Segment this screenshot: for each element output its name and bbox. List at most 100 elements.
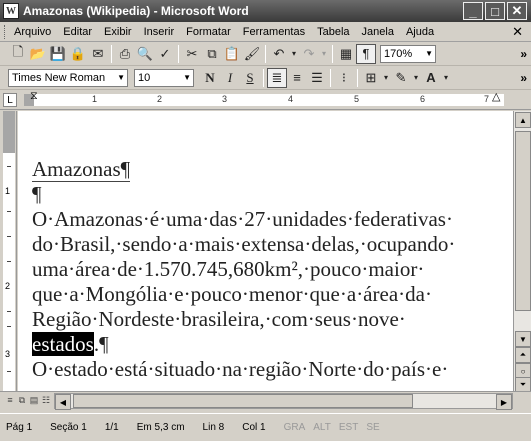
vertical-scroll-thumb[interactable] [515, 131, 531, 311]
open-folder-icon[interactable]: 📂 [28, 44, 48, 64]
italic-icon[interactable]: I [220, 68, 240, 88]
horizontal-scrollbar[interactable]: ◀ ▶ [54, 393, 513, 410]
ruler-number: 4 [288, 94, 294, 104]
save-icon[interactable]: 💾 [48, 44, 68, 64]
paste-icon[interactable]: 📋 [222, 44, 242, 64]
body-line[interactable]: do·Brasil,·sendo·a·mais·extensa·delas,·o… [32, 232, 455, 257]
menu-exibir[interactable]: Exibir [104, 26, 132, 38]
body-line[interactable]: Região·Nordeste·brasileira,·com·seus·nov… [32, 307, 406, 332]
close-document-button[interactable]: ✕ [512, 24, 523, 40]
borders-icon[interactable]: ⊞ [361, 68, 381, 88]
highlight-icon[interactable]: ✎ [391, 68, 411, 88]
toolbar-separator [332, 44, 333, 63]
outline-view-icon[interactable]: ☷ [40, 394, 52, 406]
bullets-icon[interactable]: ⁝ [334, 68, 354, 88]
status-mode-trk[interactable]: ALT [313, 422, 331, 433]
document-page[interactable]: Amazonas¶ ¶ O·Amazonas·é·uma·das·27·unid… [18, 111, 513, 391]
indent-marker-icon[interactable]: ⧖ [30, 90, 38, 103]
body-line[interactable]: uma·área·de·1.570.745,680km²,·pouco·maio… [32, 257, 424, 282]
scroll-up-icon[interactable]: ▲ [515, 112, 531, 128]
body-line-selected[interactable]: estados.¶ [32, 332, 109, 357]
body-line[interactable]: O·estado·está·situado·na·região·Norte·do… [32, 357, 448, 382]
web-view-icon[interactable]: ⧉ [16, 394, 28, 406]
toolbar-separator [265, 44, 266, 63]
menu-arquivo[interactable]: Arquivo [14, 26, 51, 38]
align-center-icon[interactable]: ≡ [287, 68, 307, 88]
chevron-down-icon: ▼ [183, 72, 191, 82]
vertical-ruler[interactable]: 1 2 3 [0, 111, 17, 391]
body-line[interactable]: que·a·Mongólia·e·pouco·menor·que·a·área·… [32, 282, 432, 307]
zoom-select[interactable]: 170% ▼ [380, 44, 436, 63]
normal-view-icon[interactable]: ≡ [4, 394, 16, 406]
menu-tabela[interactable]: Tabela [317, 26, 349, 38]
right-indent-icon[interactable]: △ [492, 90, 500, 103]
menu-grip[interactable] [4, 25, 7, 39]
menu-ajuda[interactable]: Ajuda [406, 26, 434, 38]
permission-icon[interactable]: 🔒 [68, 44, 88, 64]
body-line[interactable]: O·Amazonas·é·uma·das·27·unidades·federat… [32, 207, 453, 232]
toolbar-options-icon[interactable]: » [520, 47, 527, 61]
status-line: Lin 8 [202, 422, 225, 433]
horizontal-scroll-thumb[interactable] [73, 394, 413, 408]
toolbar-separator [111, 44, 112, 63]
new-document-icon[interactable]: 🗋 [8, 44, 28, 64]
borders-dropdown-icon[interactable]: ▾ [381, 68, 391, 88]
empty-paragraph[interactable]: ¶ [32, 182, 42, 207]
font-size-select[interactable]: 10 ▼ [134, 68, 194, 87]
toolbar-options-icon[interactable]: » [520, 71, 527, 85]
highlight-dropdown-icon[interactable]: ▾ [411, 68, 421, 88]
ruler-number: 6 [420, 94, 426, 104]
vruler-tick [7, 236, 11, 237]
format-painter-icon[interactable]: 🖌 [242, 44, 262, 64]
status-mode-rec[interactable]: GRA [284, 422, 306, 433]
maximize-button[interactable]: □ [485, 2, 505, 20]
copy-icon[interactable]: ⧉ [202, 44, 222, 64]
cut-icon[interactable]: ✂ [182, 44, 202, 64]
selected-text[interactable]: estados [32, 332, 94, 356]
tab-selector-icon[interactable]: L [3, 93, 17, 107]
justify-icon[interactable]: ☰ [307, 68, 327, 88]
undo-icon[interactable]: ↶ [269, 44, 289, 64]
underline-icon[interactable]: S [240, 68, 260, 88]
chevron-down-icon: ▼ [117, 72, 125, 82]
email-icon[interactable]: ✉ [88, 44, 108, 64]
word-app-icon[interactable]: W [3, 3, 19, 19]
vruler-tick [7, 261, 11, 262]
vruler-number: 1 [5, 186, 11, 196]
toolbar-separator [178, 44, 179, 63]
align-left-icon[interactable]: ≣ [267, 67, 287, 88]
spelling-icon[interactable]: ✓ [155, 44, 175, 64]
table-icon[interactable]: ▦ [336, 44, 356, 64]
scroll-right-icon[interactable]: ▶ [496, 394, 512, 410]
ruler-number: 1 [92, 94, 98, 104]
menu-inserir[interactable]: Inserir [144, 26, 175, 38]
print-preview-icon[interactable]: 🔍 [135, 44, 155, 64]
scroll-left-icon[interactable]: ◀ [55, 394, 71, 410]
redo-dropdown-icon[interactable]: ▾ [319, 44, 329, 64]
font-name-select[interactable]: Times New Roman ▼ [8, 68, 128, 87]
scroll-down-icon[interactable]: ▼ [515, 331, 531, 347]
close-window-button[interactable]: ✕ [507, 2, 527, 20]
menu-ferramentas[interactable]: Ferramentas [243, 26, 305, 38]
font-color-dropdown-icon[interactable]: ▾ [441, 68, 451, 88]
status-mode-ext[interactable]: EST [339, 422, 358, 433]
show-hide-paragraph-icon[interactable]: ¶ [356, 43, 376, 64]
menu-bar: Arquivo Editar Exibir Inserir Formatar F… [0, 22, 531, 42]
bold-icon[interactable]: N [200, 68, 220, 88]
status-mode-ovr[interactable]: SE [366, 422, 379, 433]
minimize-button[interactable]: _ [463, 2, 483, 20]
print-icon[interactable]: ⎙ [115, 44, 135, 64]
menu-formatar[interactable]: Formatar [186, 26, 231, 38]
menu-janela[interactable]: Janela [362, 26, 394, 38]
vertical-scrollbar[interactable]: ▲ ▼ ⏶ ○ ⏷ [513, 111, 531, 393]
font-color-icon[interactable]: A [421, 68, 441, 88]
horizontal-ruler[interactable]: L 1 2 3 4 5 6 7 ⧖ △ [0, 90, 531, 110]
undo-dropdown-icon[interactable]: ▾ [289, 44, 299, 64]
formatting-toolbar: Times New Roman ▼ 10 ▼ N I S ≣ ≡ ☰ ⁝ ⊞ ▾… [0, 66, 531, 90]
print-layout-icon[interactable]: ▤ [28, 394, 40, 406]
heading-line[interactable]: Amazonas¶ [32, 157, 131, 182]
redo-icon[interactable]: ↷ [299, 44, 319, 64]
previous-page-icon[interactable]: ⏶ [515, 347, 531, 363]
status-section: Seção 1 [50, 422, 87, 433]
menu-editar[interactable]: Editar [63, 26, 92, 38]
